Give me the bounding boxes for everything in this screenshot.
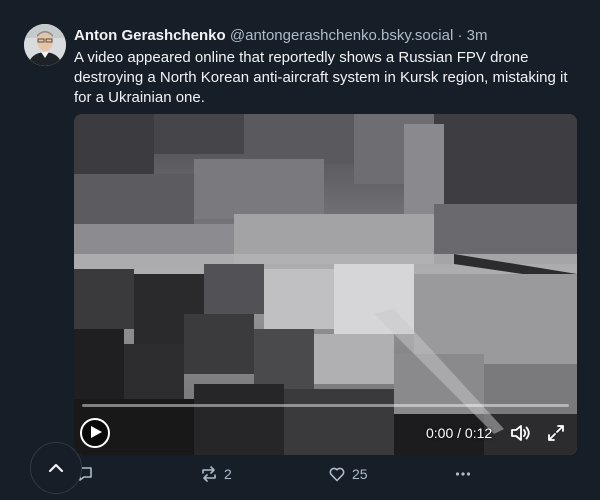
more-icon: [455, 472, 471, 476]
scroll-to-top-button[interactable]: [30, 442, 82, 494]
video-progress-bar[interactable]: [82, 404, 569, 407]
author-handle[interactable]: @antongerashchenko.bsky.social: [230, 27, 453, 44]
heart-icon: [329, 467, 345, 482]
post-text: A video appeared online that reportedly …: [74, 49, 568, 106]
repost-button[interactable]: 2: [200, 462, 232, 486]
like-button[interactable]: 25: [328, 462, 368, 486]
separator: ·: [457, 27, 463, 44]
repost-count: 2: [224, 466, 232, 482]
like-count: 25: [352, 466, 368, 482]
post-time[interactable]: 3m: [467, 27, 488, 44]
chevron-up-icon: [48, 463, 64, 473]
video-player[interactable]: 0:00 / 0:12: [74, 114, 577, 455]
post: Anton Gerashchenko @antongerashchenko.bs…: [0, 0, 600, 500]
post-header: Anton Gerashchenko @antongerashchenko.bs…: [74, 26, 584, 46]
avatar[interactable]: [24, 24, 66, 66]
post-actions: 2 25: [74, 462, 584, 488]
more-options-button[interactable]: [454, 462, 472, 486]
volume-icon[interactable]: [510, 423, 532, 443]
avatar-image: [24, 24, 66, 66]
video-time: 0:00 / 0:12: [426, 425, 493, 441]
play-button[interactable]: [80, 418, 110, 448]
author-name[interactable]: Anton Gerashchenko: [74, 27, 226, 44]
repost-icon: [202, 466, 216, 482]
fullscreen-icon[interactable]: [546, 423, 566, 443]
